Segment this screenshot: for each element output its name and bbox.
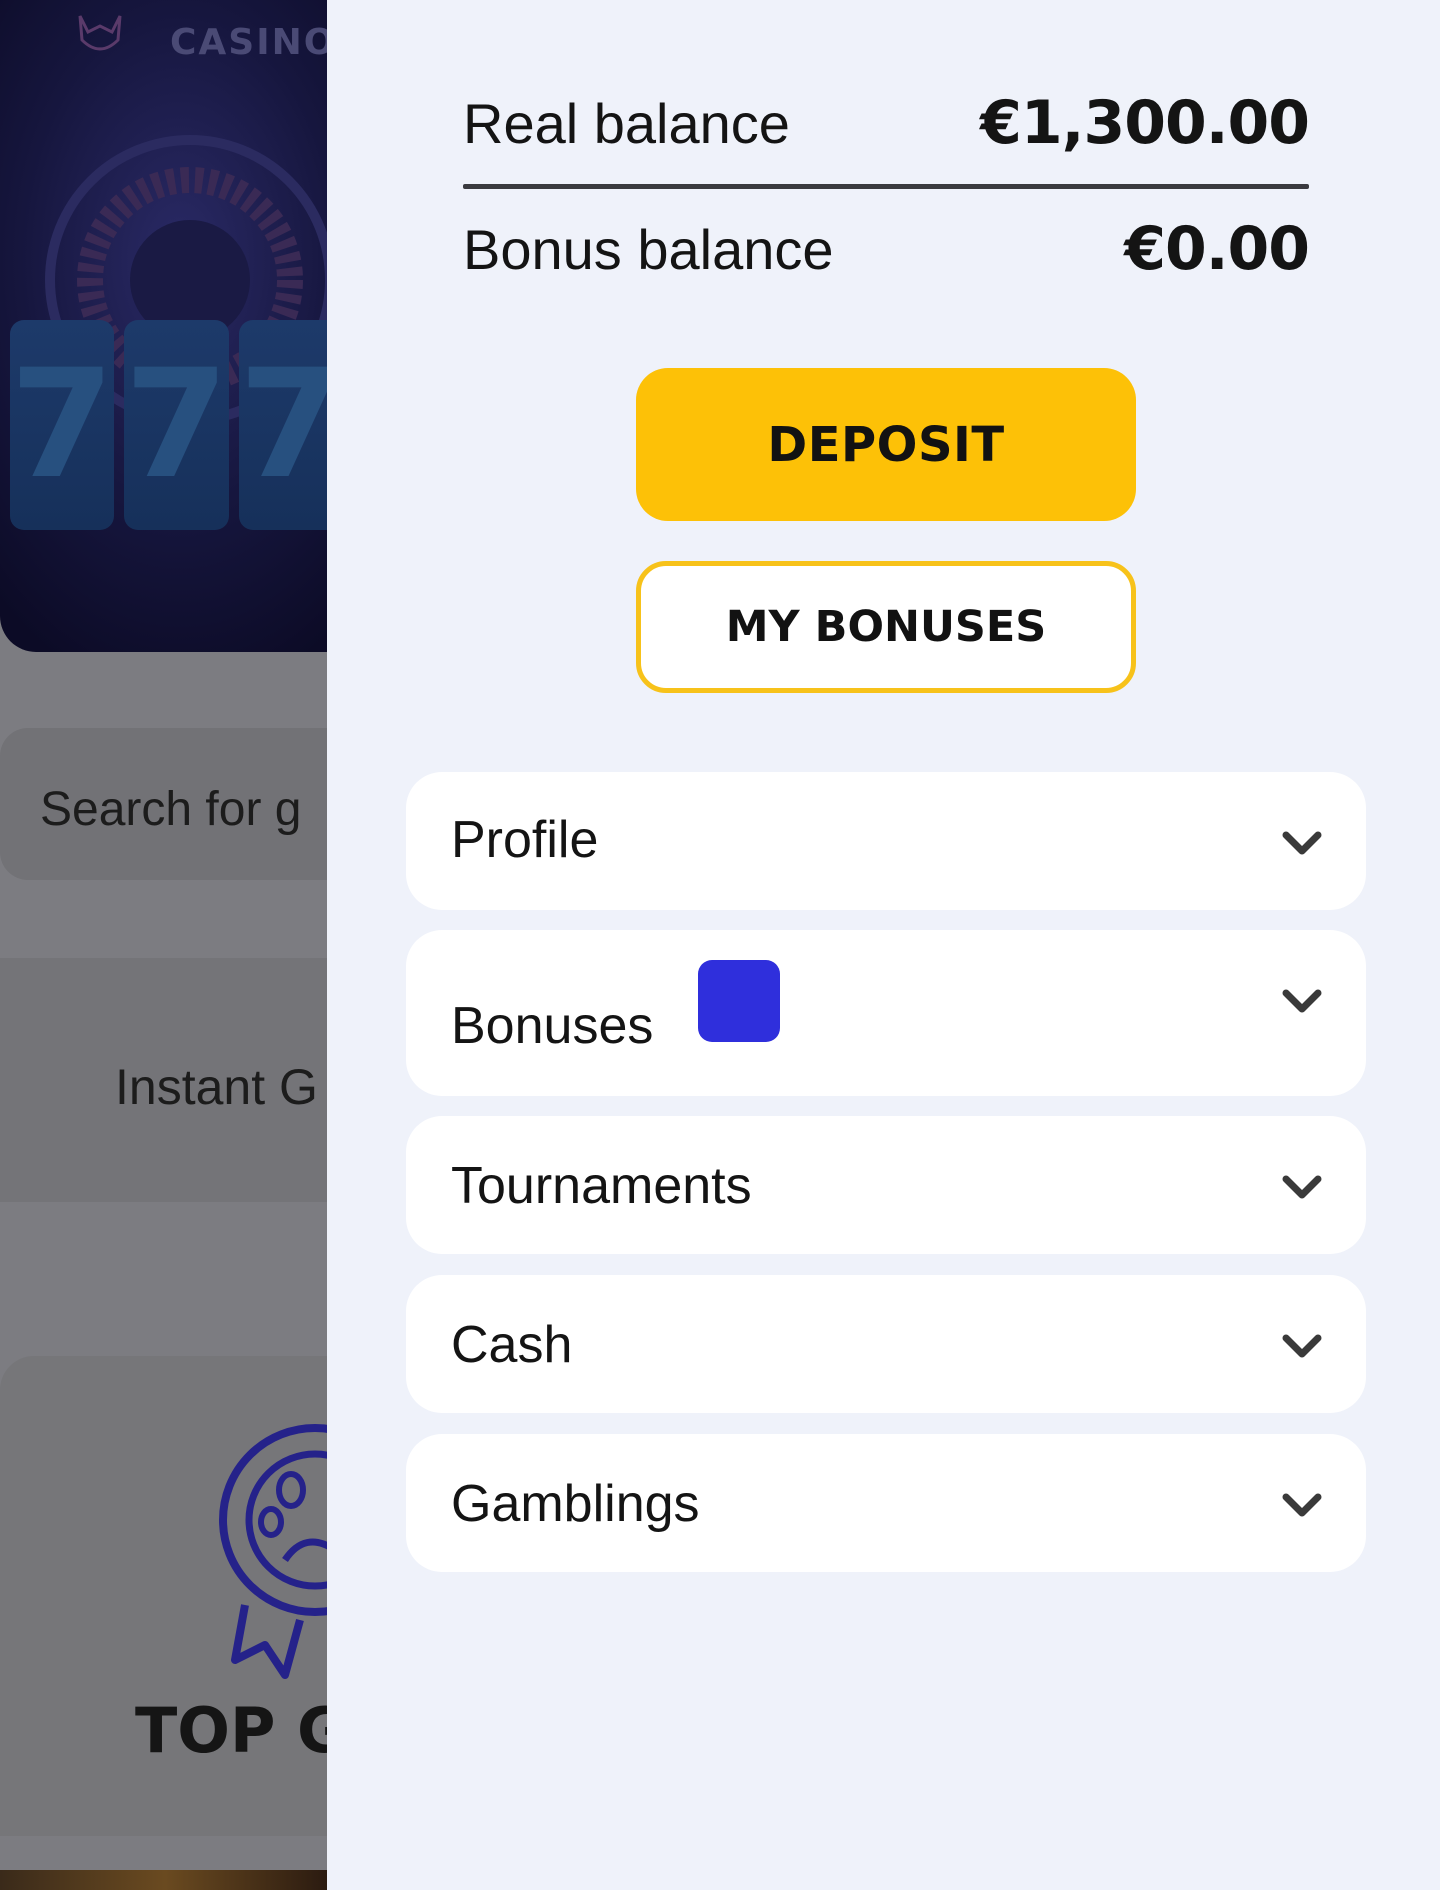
cat-logo-icon: [78, 15, 122, 51]
slot-reel: 7: [124, 320, 229, 530]
account-drawer: Real balance €1,300.00 Bonus balance €0.…: [327, 0, 1440, 1890]
balance-divider: [463, 184, 1309, 189]
real-balance-row: Real balance €1,300.00: [463, 86, 1310, 160]
menu-item-label: Gamblings: [451, 1475, 700, 1533]
screen: CASINO 7 7 7 Search for g Instant G TOP …: [0, 0, 1440, 1890]
deposit-button[interactable]: DEPOSIT: [636, 368, 1136, 521]
menu-item-gamblings[interactable]: Gamblings: [406, 1434, 1366, 1572]
real-balance-amount: €1,300.00: [980, 88, 1310, 158]
menu-item-label: Cash: [451, 1316, 573, 1374]
background-game-thumbnail: [0, 1870, 330, 1890]
menu-item-label: Profile: [451, 811, 599, 869]
chevron-down-icon[interactable]: [1280, 986, 1324, 1016]
bonus-balance-row: Bonus balance €0.00: [463, 212, 1310, 286]
menu-item-profile[interactable]: Profile: [406, 772, 1366, 910]
menu-item-label: Tournaments: [451, 1157, 752, 1215]
chevron-down-icon[interactable]: [1280, 1331, 1324, 1361]
background-top-games-label: TOP G: [135, 1694, 348, 1767]
my-bonuses-button[interactable]: MY BONUSES: [636, 561, 1136, 693]
slot-reel: 7: [10, 320, 115, 530]
chevron-down-icon[interactable]: [1280, 1172, 1324, 1202]
menu-item-tournaments[interactable]: Tournaments: [406, 1116, 1366, 1254]
background-instant-label: Instant G: [115, 1059, 318, 1115]
menu-item-bonuses[interactable]: Bonuses: [406, 930, 1366, 1096]
background-search-placeholder: Search for g: [40, 783, 302, 836]
bonuses-notification-badge: [698, 960, 780, 1042]
slot-reels: 7 7 7: [0, 320, 344, 530]
casino-brand-text: CASINO: [170, 22, 337, 63]
chevron-down-icon[interactable]: [1280, 1490, 1324, 1520]
bonus-balance-label: Bonus balance: [463, 217, 834, 281]
menu-item-cash[interactable]: Cash: [406, 1275, 1366, 1413]
menu-item-label: Bonuses: [451, 997, 654, 1055]
real-balance-label: Real balance: [463, 91, 790, 155]
bonus-balance-amount: €0.00: [1124, 214, 1310, 284]
chevron-down-icon[interactable]: [1280, 828, 1324, 858]
